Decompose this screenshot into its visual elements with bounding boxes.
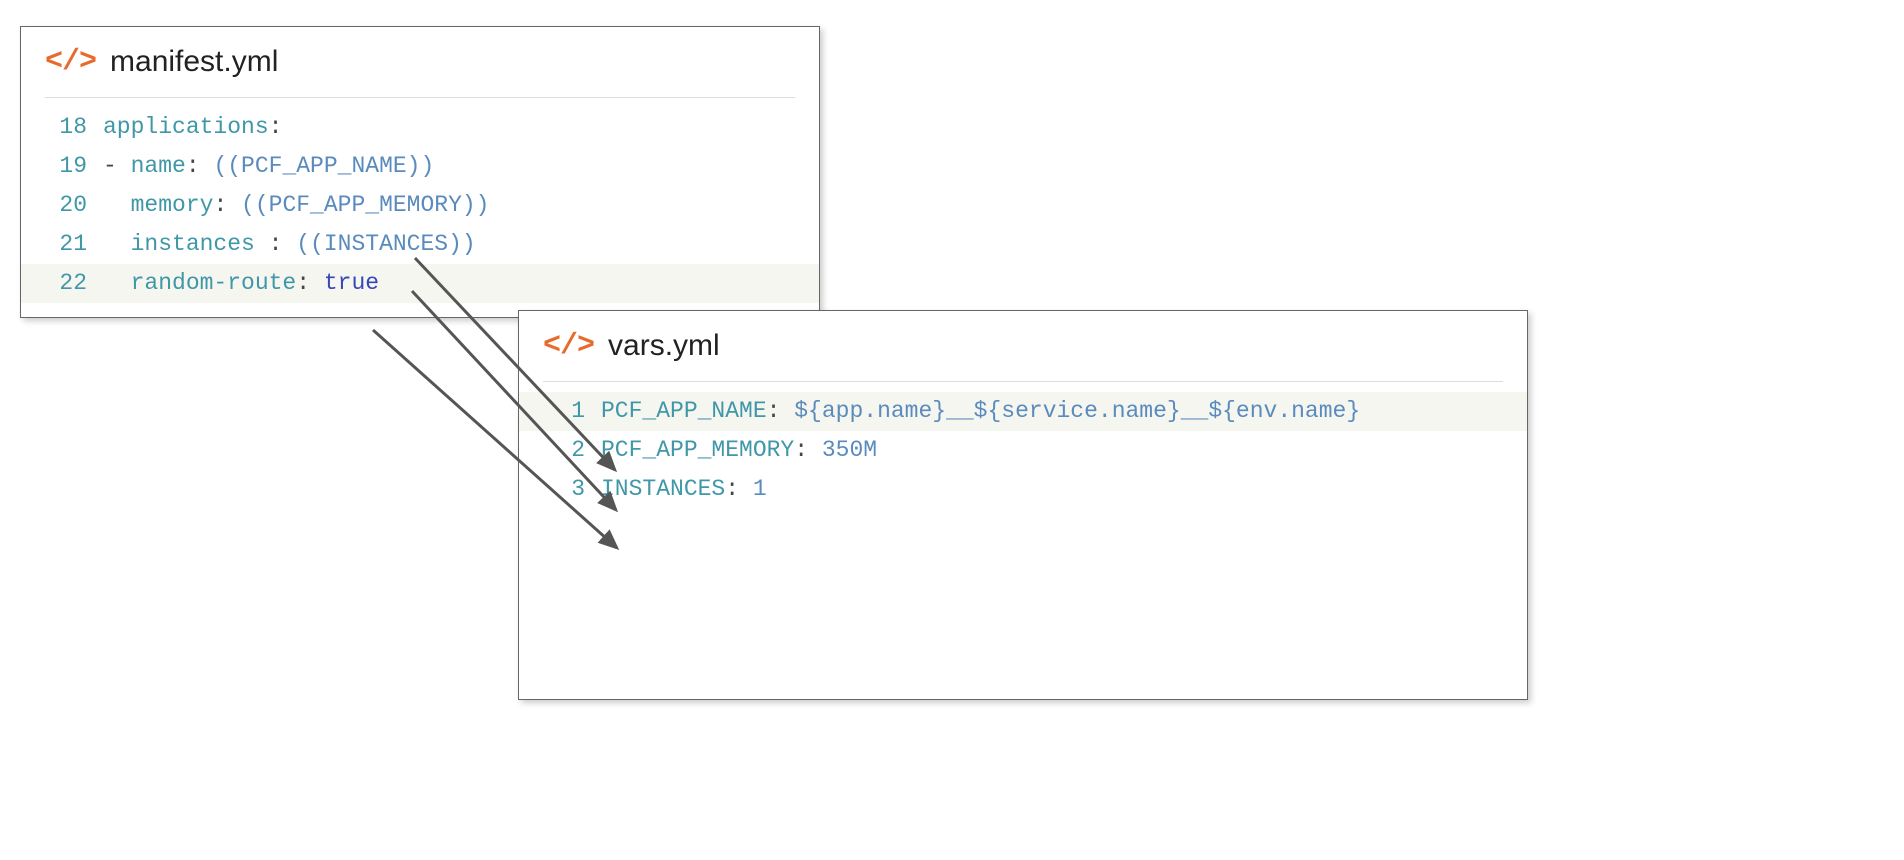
code-line: 21 instances : ((INSTANCES)) [21, 225, 819, 264]
manifest-panel: </> manifest.yml 18applications:19- name… [20, 26, 820, 318]
code-line: 19- name: ((PCF_APP_NAME)) [21, 147, 819, 186]
token-punc: - [103, 153, 131, 179]
divider [45, 97, 795, 98]
code-body-manifest: 18applications:19- name: ((PCF_APP_NAME)… [21, 108, 819, 317]
divider [543, 381, 1503, 382]
token-punc [103, 231, 131, 257]
token-str: ((INSTANCES)) [296, 231, 475, 257]
token-str: 350M [822, 437, 877, 463]
token-punc: : [767, 398, 795, 424]
panel-title: vars.yml [608, 329, 720, 363]
code-line: 20 memory: ((PCF_APP_MEMORY)) [21, 186, 819, 225]
token-key: memory [131, 192, 214, 218]
code-line: 18 applications: [21, 108, 819, 147]
token-punc: : [269, 114, 283, 140]
line-content: applications: [103, 108, 282, 147]
token-key: instances [131, 231, 269, 257]
vars-panel: </> vars.yml 1 PCF_APP_NAME: ${app.name}_… [518, 310, 1528, 700]
panel-header: </> vars.yml [519, 311, 1527, 375]
line-content: - name: ((PCF_APP_NAME)) [103, 147, 434, 186]
code-icon: </> [45, 47, 96, 77]
token-punc: : [296, 270, 324, 296]
line-number: 2 [543, 431, 585, 470]
line-number: 18 [45, 108, 87, 147]
token-key: PCF_APP_MEMORY [601, 437, 794, 463]
line-number: 1 [543, 392, 585, 431]
code-line: 3 INSTANCES: 1 [519, 470, 1527, 509]
token-punc: : [794, 437, 822, 463]
token-punc: : [186, 153, 214, 179]
token-punc: : [725, 476, 753, 502]
line-content: PCF_APP_MEMORY: 350M [601, 431, 877, 470]
line-content: PCF_APP_NAME: ${app.name}__${service.nam… [601, 392, 1360, 431]
code-icon: </> [543, 331, 594, 361]
token-str: ((PCF_APP_NAME)) [213, 153, 434, 179]
token-key: random-route [131, 270, 297, 296]
line-content: random-route: true [103, 264, 379, 303]
code-line: 2 PCF_APP_MEMORY: 350M [519, 431, 1527, 470]
token-str: ((PCF_APP_MEMORY)) [241, 192, 489, 218]
line-number: 22 [45, 264, 87, 303]
line-number: 19 [45, 147, 87, 186]
panel-header: </> manifest.yml [21, 27, 819, 91]
token-punc [103, 270, 131, 296]
token-punc [103, 192, 131, 218]
line-content: INSTANCES: 1 [601, 470, 767, 509]
panel-title: manifest.yml [110, 45, 278, 79]
code-body-vars: 1 PCF_APP_NAME: ${app.name}__${service.na… [519, 392, 1527, 523]
token-punc: : [269, 231, 297, 257]
line-number: 3 [543, 470, 585, 509]
token-key: INSTANCES [601, 476, 725, 502]
token-punc: : [213, 192, 241, 218]
token-key: applications [103, 114, 269, 140]
token-str: 1 [753, 476, 767, 502]
line-number: 20 [45, 186, 87, 225]
code-line: 1 PCF_APP_NAME: ${app.name}__${service.na… [519, 392, 1527, 431]
token-str: ${app.name}__${service.name}__${env.name… [794, 398, 1360, 424]
token-key: name [131, 153, 186, 179]
line-number: 21 [45, 225, 87, 264]
line-content: memory: ((PCF_APP_MEMORY)) [103, 186, 490, 225]
code-line: 22 random-route: true [21, 264, 819, 303]
line-content: instances : ((INSTANCES)) [103, 225, 476, 264]
token-key: PCF_APP_NAME [601, 398, 767, 424]
token-bool: true [324, 270, 379, 296]
